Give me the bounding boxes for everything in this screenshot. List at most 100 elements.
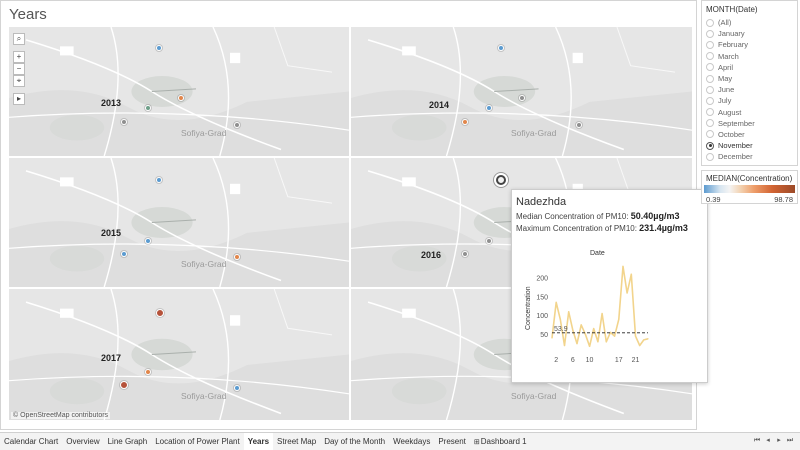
radio-button[interactable]	[706, 119, 714, 128]
station-point[interactable]	[486, 238, 492, 244]
series-point	[584, 333, 586, 335]
prev-page-icon[interactable]: ◂	[764, 437, 772, 445]
filter-option[interactable]: August	[702, 107, 797, 118]
search-icon[interactable]: ⌕	[13, 33, 25, 45]
x-tick-label: 21	[632, 357, 640, 364]
tooltip-max-row: Maximum Concentration of PM10: 231.4µg/m…	[516, 223, 703, 233]
radio-button[interactable]	[706, 40, 714, 49]
series-point	[647, 338, 649, 340]
tab-line-graph[interactable]: Line Graph	[104, 433, 152, 450]
station-point[interactable]	[145, 238, 151, 244]
series-point	[634, 335, 637, 337]
radio-button[interactable]	[706, 52, 714, 61]
filter-option[interactable]: (All)	[702, 17, 797, 28]
station-point[interactable]	[156, 45, 162, 51]
sheet-tabs: Calendar Chart Overview Line Graph Location…	[0, 433, 531, 450]
filter-option-label: May	[718, 74, 733, 84]
filter-option[interactable]: June	[702, 84, 797, 95]
series-point	[563, 344, 566, 347]
station-point[interactable]	[121, 251, 127, 257]
station-point[interactable]	[156, 177, 162, 183]
y-axis-label: Concentration	[525, 286, 532, 330]
filter-option[interactable]: January	[702, 28, 797, 39]
tab-location-of-power-plant[interactable]: Location of Power Plant	[151, 433, 244, 450]
y-tick-label: 100	[536, 313, 548, 320]
radio-button[interactable]	[706, 74, 714, 83]
tab-label: Overview	[66, 437, 100, 446]
filter-option[interactable]: April	[702, 62, 797, 73]
tab-weekdays[interactable]: Weekdays	[389, 433, 434, 450]
station-point[interactable]	[234, 254, 240, 260]
expand-icon[interactable]: ▸	[13, 93, 25, 105]
station-point[interactable]	[576, 122, 582, 128]
station-point[interactable]	[234, 122, 240, 128]
series-point	[597, 341, 599, 343]
years-sheet: Years 2013 2014 2015 2016 2017 Sofiya-Gr…	[0, 0, 708, 430]
radio-button[interactable]	[706, 141, 714, 150]
station-point[interactable]	[120, 381, 128, 389]
filter-option[interactable]: March	[702, 51, 797, 62]
radio-button[interactable]	[706, 29, 714, 38]
zoom-out-icon[interactable]: −	[13, 63, 25, 75]
month-filter: MONTH(Date) (All) January February March Apr…	[701, 0, 798, 166]
filter-option-label: January	[718, 29, 745, 39]
tab-present[interactable]: Present	[434, 433, 470, 450]
station-point[interactable]	[156, 309, 164, 317]
radio-button[interactable]	[706, 18, 714, 27]
station-point[interactable]	[519, 95, 525, 101]
filter-option[interactable]: May	[702, 73, 797, 84]
radio-button[interactable]	[706, 63, 714, 72]
map-panel-2013[interactable]	[9, 27, 349, 156]
radio-button[interactable]	[706, 108, 714, 117]
first-page-icon[interactable]: ⏮	[753, 437, 761, 445]
next-page-icon[interactable]: ▸	[775, 437, 783, 445]
tab-calendar-chart[interactable]: Calendar Chart	[0, 433, 62, 450]
station-point[interactable]	[145, 105, 151, 111]
tab-label: Weekdays	[393, 437, 431, 446]
filter-option-label: December	[718, 152, 753, 162]
tab-dashboard-1[interactable]: ⊞Dashboard 1	[470, 433, 531, 450]
tab-street-map[interactable]: Street Map	[273, 433, 320, 450]
legend-min: 0.39	[706, 195, 721, 204]
filter-option[interactable]: October	[702, 129, 797, 140]
map-panel-2017[interactable]	[9, 289, 349, 420]
station-point[interactable]	[498, 45, 504, 51]
filter-option[interactable]: July	[702, 95, 797, 106]
tab-years[interactable]: Years	[243, 433, 274, 450]
zoom-in-icon[interactable]: +	[13, 51, 25, 63]
app: Years 2013 2014 2015 2016 2017 Sofiya-Gr…	[0, 0, 800, 450]
filter-option[interactable]: November	[702, 140, 797, 151]
station-point[interactable]	[234, 385, 240, 391]
filter-option-label: April	[718, 62, 734, 72]
tab-overview[interactable]: Overview	[62, 433, 103, 450]
station-point[interactable]	[121, 119, 127, 125]
radio-button[interactable]	[706, 130, 714, 139]
station-point-selected[interactable]	[496, 175, 506, 185]
series-point	[601, 313, 603, 315]
map-park	[391, 114, 447, 141]
radio-button[interactable]	[706, 85, 714, 94]
map-park	[49, 245, 105, 272]
radio-button[interactable]	[706, 96, 714, 105]
radio-button[interactable]	[706, 152, 714, 161]
tooltip-median-label: Median Concentration of PM10:	[516, 212, 629, 221]
station-point[interactable]	[178, 95, 184, 101]
series-point	[580, 324, 582, 326]
filter-option[interactable]: December	[702, 151, 797, 162]
map-panel-2015[interactable]	[9, 158, 349, 287]
station-point[interactable]	[145, 369, 151, 375]
osm-credit[interactable]: © OpenStreetMap contributors	[11, 412, 111, 419]
station-point[interactable]	[462, 251, 468, 257]
last-page-icon[interactable]: ⏭	[786, 437, 794, 445]
map-controls: ⌕ + − ⌖ ▸	[13, 33, 25, 105]
city-label: Sofiya-Grad	[511, 128, 557, 138]
tab-day-of-the-month[interactable]: Day of the Month	[320, 433, 389, 450]
year-label-2016: 2016	[421, 250, 442, 260]
tab-label: Location of Power Plant	[155, 437, 240, 446]
station-point[interactable]	[486, 105, 492, 111]
filter-option[interactable]: February	[702, 39, 797, 50]
filter-option[interactable]: September	[702, 118, 797, 129]
lasso-icon[interactable]: ⌖	[13, 75, 25, 87]
map-block	[572, 52, 583, 64]
station-point[interactable]	[462, 119, 468, 125]
